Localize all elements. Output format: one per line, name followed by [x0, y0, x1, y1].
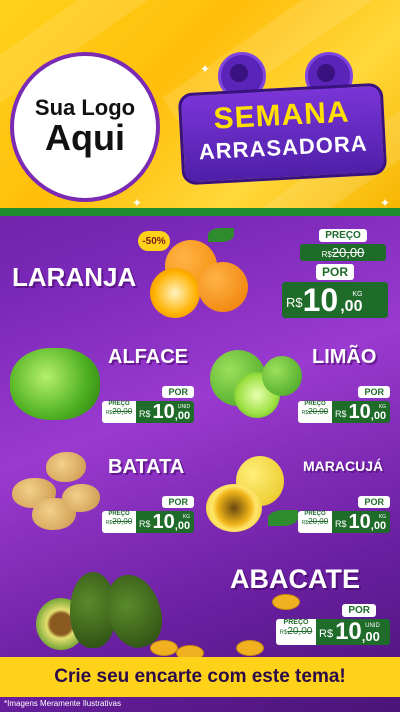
leaf-icon — [268, 510, 298, 526]
price-box: R$ 10 KG ,00 — [136, 511, 194, 533]
por-label: POR — [162, 386, 194, 398]
sparkle-icon: ✦ — [200, 62, 211, 76]
logo-line2: Aqui — [45, 117, 125, 159]
product-name-laranja: LARANJA — [12, 262, 137, 292]
price-box: R$ 10 KG ,00 — [282, 282, 388, 318]
header: ✦ ✦ ✦ Sua Logo Aqui SEMANA ARRASADORA — [0, 0, 400, 212]
price-box: R$ 10 UNID ,00 — [316, 619, 390, 645]
coin-decor — [150, 640, 178, 656]
product-name-maracuja: MARACUJÁ — [303, 458, 384, 474]
old-price: PREÇO R$20,00 — [102, 401, 136, 423]
orange-icon — [198, 262, 248, 312]
product-name-limao: LIMÃO — [312, 346, 377, 368]
disclaimer: *Imagens Meramente Ilustrativas — [4, 699, 121, 708]
price-tag-alface: POR PREÇO R$20,00 R$ 10 UNID ,00 — [102, 382, 194, 423]
price-box: R$ 10 KG ,00 — [332, 401, 390, 423]
cta-bar[interactable]: Crie seu encarte com este tema! — [0, 657, 400, 697]
promo-price-laranja: POR R$ 10 KG ,00 — [282, 263, 388, 318]
por-label: POR — [358, 496, 390, 508]
lettuce-image — [10, 348, 100, 420]
promo-banner: SEMANA ARRASADORA — [177, 82, 388, 186]
logo-placeholder[interactable]: Sua Logo Aqui — [10, 52, 160, 202]
price-box: R$ 10 KG ,00 — [332, 511, 390, 533]
leaf-icon — [208, 228, 234, 242]
passion-fruit-half-icon — [206, 484, 262, 532]
old-price: PREÇO R$20,00 — [102, 511, 136, 533]
product-name-abacate: ABACATE — [230, 564, 360, 594]
por-label: POR — [342, 604, 376, 617]
price-box: R$ 10 UNID ,00 — [136, 401, 194, 423]
preco-label: PREÇO — [319, 229, 367, 242]
potato-icon — [46, 452, 86, 482]
coin-decor — [236, 640, 264, 656]
old-price: PREÇO R$20,00 — [298, 401, 332, 423]
price-tag-batata: POR PREÇO R$20,00 R$ 10 KG ,00 — [102, 492, 194, 533]
old-price: PREÇO R$20,00 — [298, 511, 332, 533]
price-tag-abacate: POR PREÇO R$20,00 R$ 10 UNID ,00 — [276, 600, 390, 645]
orange-slice-icon — [150, 268, 200, 318]
product-name-batata: BATATA — [108, 456, 185, 478]
divider — [0, 208, 400, 216]
por-label: POR — [162, 496, 194, 508]
old-price: PREÇO R$20,00 — [276, 619, 316, 645]
old-price: R$20,00 — [300, 244, 386, 261]
lime-icon — [262, 356, 302, 396]
product-name-alface: ALFACE — [108, 346, 188, 368]
por-label: POR — [315, 264, 354, 280]
logo-line1: Sua Logo — [34, 95, 136, 121]
price-tag-laranja: PREÇO R$20,00 — [300, 225, 386, 261]
cta-text: Crie seu encarte com este tema! — [54, 666, 346, 687]
potato-icon — [62, 484, 100, 512]
por-label: POR — [358, 386, 390, 398]
price-tag-maracuja: POR PREÇO R$20,00 R$ 10 KG ,00 — [298, 492, 390, 533]
discount-badge: -50% — [138, 231, 170, 251]
price-tag-limao: POR PREÇO R$20,00 R$ 10 KG ,00 — [298, 382, 390, 423]
flyer: ✦ ✦ ✦ Sua Logo Aqui SEMANA ARRASADORA LA… — [0, 0, 400, 712]
